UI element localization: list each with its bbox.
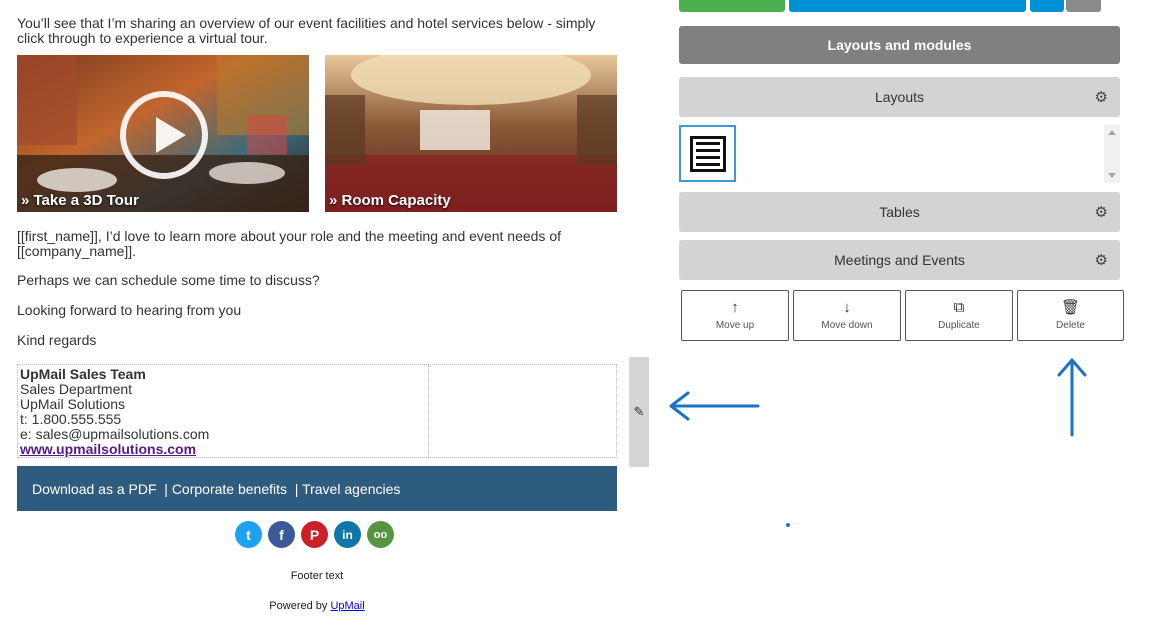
arrow-up-icon: ↑	[731, 299, 739, 316]
tile-caption: » Take a 3D Tour	[21, 192, 139, 209]
email-paragraph: Looking forward to hearing from you	[17, 302, 242, 318]
email-paragraph: Perhaps we can schedule some time to dis…	[17, 272, 320, 288]
redo-button[interactable]	[1066, 0, 1101, 12]
arrow-down-icon: ↓	[843, 299, 851, 316]
annotation-dot	[786, 523, 790, 527]
signature-department: Sales Department	[20, 381, 133, 397]
trash-icon: 🗑	[1060, 299, 1081, 316]
move-up-button[interactable]: ↑ Move up	[681, 290, 789, 341]
twitter-icon[interactable]: t	[235, 521, 262, 548]
footer-link-corporate[interactable]: | Corporate benefits	[164, 481, 287, 497]
email-intro-text: You’ll see that I’m sharing an overview …	[17, 15, 596, 46]
tables-section[interactable]: Tables ⚙	[679, 192, 1120, 232]
powered-by-label: Powered by	[269, 600, 328, 612]
layouts-list	[679, 125, 1120, 183]
upmail-link[interactable]: UpMail	[330, 600, 364, 612]
action-label: Delete	[1056, 320, 1085, 331]
room-capacity-tile[interactable]: » Room Capacity	[325, 55, 617, 212]
scroll-up-icon[interactable]	[1108, 130, 1116, 135]
layouts-scrollbar[interactable]	[1104, 125, 1120, 183]
layouts-and-modules-header: Layouts and modules	[679, 26, 1120, 64]
footer-link-pdf[interactable]: Download as a PDF	[32, 481, 157, 497]
ballroom-image	[325, 55, 617, 212]
undo-button[interactable]	[1030, 0, 1064, 12]
email-paragraph: [[first_name]], I’d love to learn more a…	[17, 228, 561, 259]
social-icons: t f P in oo	[235, 521, 394, 548]
signature-phone: t: 1.800.555.555	[20, 411, 122, 427]
action-label: Move down	[821, 320, 873, 331]
meetings-events-section[interactable]: Meetings and Events ⚙	[679, 240, 1120, 280]
email-paragraph: Kind regards	[17, 332, 97, 348]
tripadvisor-icon[interactable]: oo	[367, 521, 394, 548]
edit-icon: ✎	[633, 404, 645, 419]
gear-icon[interactable]: ⚙	[1095, 251, 1108, 269]
gear-icon[interactable]: ⚙	[1095, 203, 1108, 221]
signature-website-link[interactable]: www.upmailsolutions.com	[20, 442, 209, 457]
powered-by: Powered by UpMail	[17, 600, 617, 612]
save-as-button[interactable]	[789, 0, 1026, 12]
facebook-icon[interactable]: f	[268, 521, 295, 548]
section-label: Meetings and Events	[834, 252, 965, 268]
3d-tour-tile[interactable]: » Take a 3D Tour	[17, 55, 309, 212]
layouts-section[interactable]: Layouts ⚙	[679, 77, 1120, 117]
signature-company: UpMail Solutions	[20, 396, 126, 412]
signature-email: e: sales@upmailsolutions.com	[20, 426, 210, 442]
duplicate-icon: ⧉	[953, 299, 965, 316]
layout-lines-icon	[689, 135, 726, 172]
layout-thumbnail[interactable]	[679, 125, 736, 182]
footer-link-travel[interactable]: | Travel agencies	[295, 481, 401, 497]
delete-button[interactable]: 🗑 Delete	[1017, 290, 1124, 341]
duplicate-button[interactable]: ⧉ Duplicate	[905, 290, 1013, 341]
footer-text: Footer text	[290, 570, 344, 582]
footer-links-bar: Download as a PDF | Corporate benefits |…	[17, 466, 617, 511]
up-arrow-annotation	[1057, 358, 1087, 437]
scroll-down-icon[interactable]	[1108, 173, 1116, 178]
module-actions: ↑ Move up ↓ Move down ⧉ Duplicate 🗑 Dele…	[681, 290, 1124, 341]
linkedin-icon[interactable]: in	[334, 521, 361, 548]
signature-name: UpMail Sales Team	[20, 366, 146, 382]
gear-icon[interactable]: ⚙	[1095, 88, 1108, 106]
section-label: Layouts	[874, 89, 925, 105]
play-icon[interactable]	[120, 91, 208, 179]
column-divider	[428, 365, 429, 457]
signature-block[interactable]: UpMail Sales Team Sales Department UpMai…	[17, 364, 617, 458]
left-arrow-annotation	[669, 391, 760, 421]
tile-caption: » Room Capacity	[329, 192, 451, 209]
move-down-button[interactable]: ↓ Move down	[793, 290, 901, 341]
section-label: Tables	[879, 204, 920, 220]
action-label: Duplicate	[938, 320, 980, 331]
send-email-button[interactable]	[679, 0, 785, 12]
action-label: Move up	[715, 320, 755, 331]
edit-module-tab[interactable]: ✎	[629, 357, 649, 467]
pinterest-icon[interactable]: P	[301, 521, 328, 548]
